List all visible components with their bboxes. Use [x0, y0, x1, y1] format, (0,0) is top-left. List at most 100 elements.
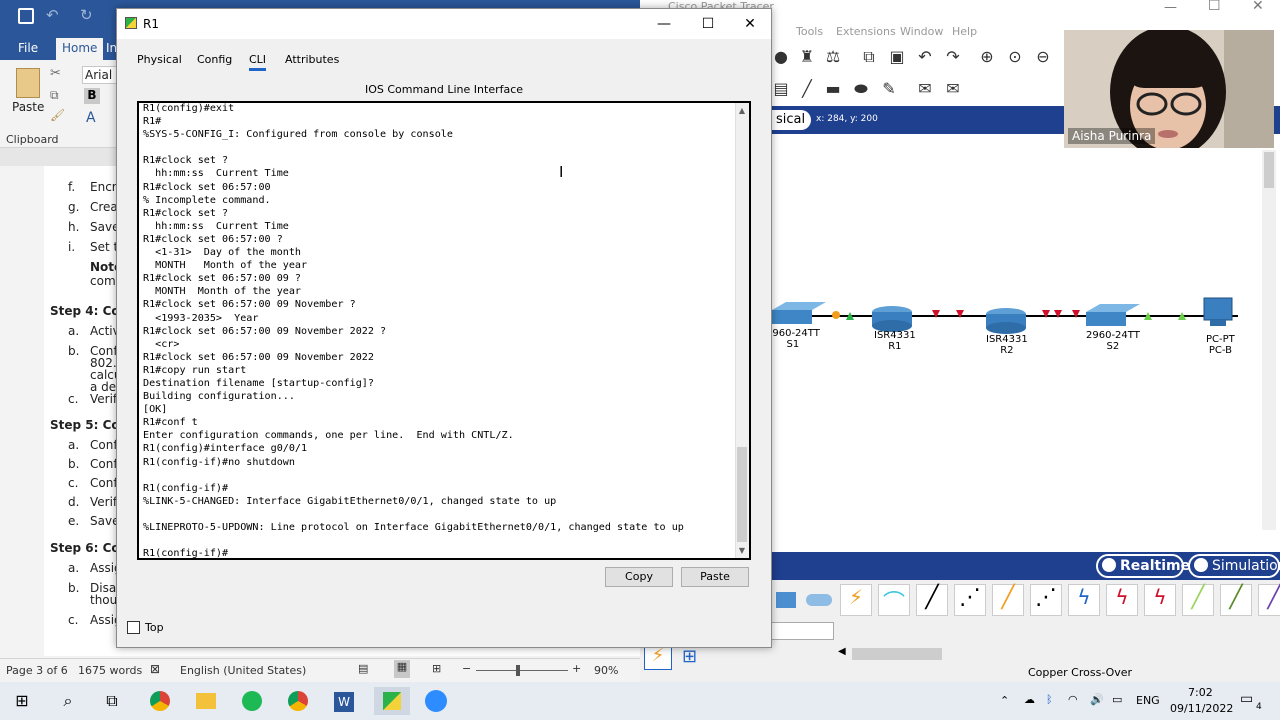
menu-tools[interactable]: Tools — [796, 25, 823, 38]
cable-auto-icon[interactable]: ⚡ — [840, 584, 872, 616]
zoom-out-icon[interactable]: − — [462, 662, 471, 675]
print-layout-icon[interactable]: ▦ — [394, 660, 410, 678]
top-checkbox[interactable] — [127, 621, 140, 634]
format-painter-icon[interactable]: 🖌 — [50, 108, 65, 122]
physical-workspace-tab[interactable]: sical — [770, 110, 812, 130]
zoom-level[interactable]: 90% — [594, 664, 618, 677]
chrome-profile-icon[interactable] — [284, 687, 312, 715]
workspace-vscroll-thumb[interactable] — [1264, 152, 1274, 188]
tab-file[interactable]: File — [12, 38, 44, 60]
cable-console-icon[interactable]: ⌒ — [878, 584, 910, 616]
paste-tool-icon[interactable]: ▣ — [888, 48, 906, 66]
dialog-close-button[interactable]: ✕ — [735, 13, 765, 35]
console-output[interactable]: R1(config)#exit R1# %SYS-5-CONFIG_I: Confi… — [143, 103, 733, 558]
hscroll-thumb[interactable] — [852, 648, 942, 660]
file-explorer-icon[interactable] — [192, 687, 220, 715]
dialog-titlebar[interactable]: R1 — ☐ ✕ — [117, 9, 771, 39]
pt-close-icon[interactable]: ✕ — [1252, 0, 1264, 14]
custom-device-icon[interactable]: ⚖ — [824, 48, 842, 66]
undo-icon[interactable]: ↶ — [46, 6, 59, 24]
tab-attributes[interactable]: Attributes — [285, 53, 339, 66]
scroll-up-icon[interactable]: ▲ — [737, 105, 747, 117]
tab-config[interactable]: Config — [197, 53, 232, 66]
hscroll-left-arrow[interactable]: ◀ — [838, 646, 846, 657]
word-icon[interactable]: W — [330, 687, 358, 715]
zoom-in-tool-icon[interactable]: ⊕ — [978, 48, 996, 66]
paste-button-cli[interactable]: Paste — [681, 567, 749, 587]
tab-physical[interactable]: Physical — [137, 53, 182, 66]
rectangle-tool-icon[interactable]: ▬ — [824, 80, 842, 98]
cable-straight-icon[interactable]: ╱ — [916, 584, 948, 616]
device-label-r1[interactable]: ISR4331 R1 — [874, 330, 916, 352]
workspace-vscroll[interactable] — [1262, 150, 1276, 530]
cable-crossover-icon[interactable]: ⋰ — [954, 584, 986, 616]
cable-serial-dte-icon[interactable]: ϟ — [1144, 584, 1176, 616]
dialog-maximize-button[interactable]: ☐ — [693, 13, 723, 35]
cli-console[interactable]: R1(config)#exit R1# %SYS-5-CONFIG_I: Confi… — [137, 101, 751, 560]
redo-icon[interactable]: ↻ — [80, 6, 93, 24]
cable-fiber-icon[interactable]: ╱ — [992, 584, 1024, 616]
tray-language[interactable]: ENG — [1136, 694, 1160, 707]
cable-iot-icon[interactable]: ╱ — [1220, 584, 1252, 616]
zoom-app-icon[interactable] — [422, 687, 450, 715]
cable-phone-icon[interactable]: ⋰ — [1030, 584, 1062, 616]
scroll-down-icon[interactable]: ▼ — [737, 545, 747, 557]
line-tool-icon[interactable]: ╱ — [798, 80, 816, 98]
tray-cloud-icon[interactable]: ☁ — [1024, 693, 1035, 706]
zoom-out-tool-icon[interactable]: ⊖ — [1034, 48, 1052, 66]
zoom-slider-thumb[interactable] — [516, 665, 520, 676]
copy-button[interactable]: Copy — [605, 567, 673, 587]
web-layout-icon[interactable]: ⊞ — [432, 662, 441, 675]
note-tool-icon[interactable]: ▤ — [772, 80, 790, 98]
zoom-in-icon[interactable]: + — [572, 662, 581, 675]
undo-tool-icon[interactable]: ↶ — [916, 48, 934, 66]
freeform-tool-icon[interactable]: ✎ — [880, 80, 898, 98]
console-scroll-thumb[interactable] — [737, 447, 747, 542]
paste-button[interactable]: Paste — [12, 100, 44, 114]
proofing-icon[interactable]: ⊠ — [150, 662, 160, 676]
device-label-s2[interactable]: 2960-24TT S2 — [1086, 330, 1140, 352]
pt-maximize-icon[interactable]: ☐ — [1208, 0, 1221, 14]
zoom-slider[interactable] — [476, 670, 568, 671]
font-color-icon[interactable]: A — [86, 110, 96, 126]
cable-usb-icon[interactable]: ╱ — [1258, 584, 1280, 616]
activity-wizard-icon[interactable]: ♜ — [798, 48, 816, 66]
menu-help[interactable]: Help — [952, 25, 977, 38]
cut-icon[interactable]: ✂ — [50, 66, 61, 81]
copy-tool-icon[interactable]: ⧉ — [860, 48, 878, 66]
tray-battery-icon[interactable]: ▭ — [1112, 693, 1122, 706]
tray-chevron-icon[interactable]: ⌃ — [1000, 694, 1009, 707]
bold-button[interactable]: B — [84, 88, 100, 104]
task-view-icon[interactable]: ⧉ — [98, 687, 126, 715]
tray-bluetooth-icon[interactable]: ᛒ — [1046, 693, 1053, 706]
search-icon[interactable]: ⌕ — [54, 687, 82, 715]
read-mode-icon[interactable]: ▤ — [358, 662, 368, 675]
spotify-icon[interactable] — [238, 687, 266, 715]
copy-icon[interactable]: ⧉ — [50, 88, 59, 103]
console-scrollbar[interactable]: ▲ ▼ — [735, 103, 749, 558]
category-folder-icon[interactable] — [776, 592, 796, 608]
language-status[interactable]: English (United States) — [180, 664, 306, 677]
device-label-r2[interactable]: ISR4331 R2 — [986, 334, 1028, 356]
simple-pdu-icon[interactable]: ✉ — [916, 80, 934, 98]
save-icon[interactable] — [18, 8, 34, 24]
device-label-pc-b[interactable]: PC-PT PC-B — [1206, 334, 1235, 356]
redo-tool-icon[interactable]: ↷ — [944, 48, 962, 66]
chrome-icon[interactable] — [146, 687, 174, 715]
dialog-minimize-button[interactable]: — — [649, 13, 679, 35]
packet-tracer-icon[interactable] — [374, 687, 410, 715]
device-label-s1[interactable]: 2960-24TT S1 — [766, 328, 820, 350]
page-count[interactable]: Page 3 of 6 — [6, 664, 68, 677]
word-count[interactable]: 1675 words — [78, 664, 142, 677]
network-info-icon[interactable]: ● — [772, 48, 790, 66]
grid-view-icon[interactable]: ⊞ — [682, 646, 697, 667]
cable-octal-icon[interactable]: ╱ — [1182, 584, 1214, 616]
complex-pdu-icon[interactable]: ✉ — [944, 80, 962, 98]
tab-cli[interactable]: CLI — [249, 53, 267, 71]
tab-home[interactable]: Home — [56, 38, 104, 60]
logical-workspace[interactable]: 2960-24TT S1 ISR4331 R1 ISR4331 R2 2960-24T… — [766, 134, 1260, 550]
ellipse-tool-icon[interactable]: ⬬ — [852, 80, 870, 98]
cable-serial-dce-icon[interactable]: ϟ — [1106, 584, 1138, 616]
menu-extensions[interactable]: Extensions — [836, 25, 896, 38]
category-cloud-icon[interactable] — [806, 594, 832, 606]
